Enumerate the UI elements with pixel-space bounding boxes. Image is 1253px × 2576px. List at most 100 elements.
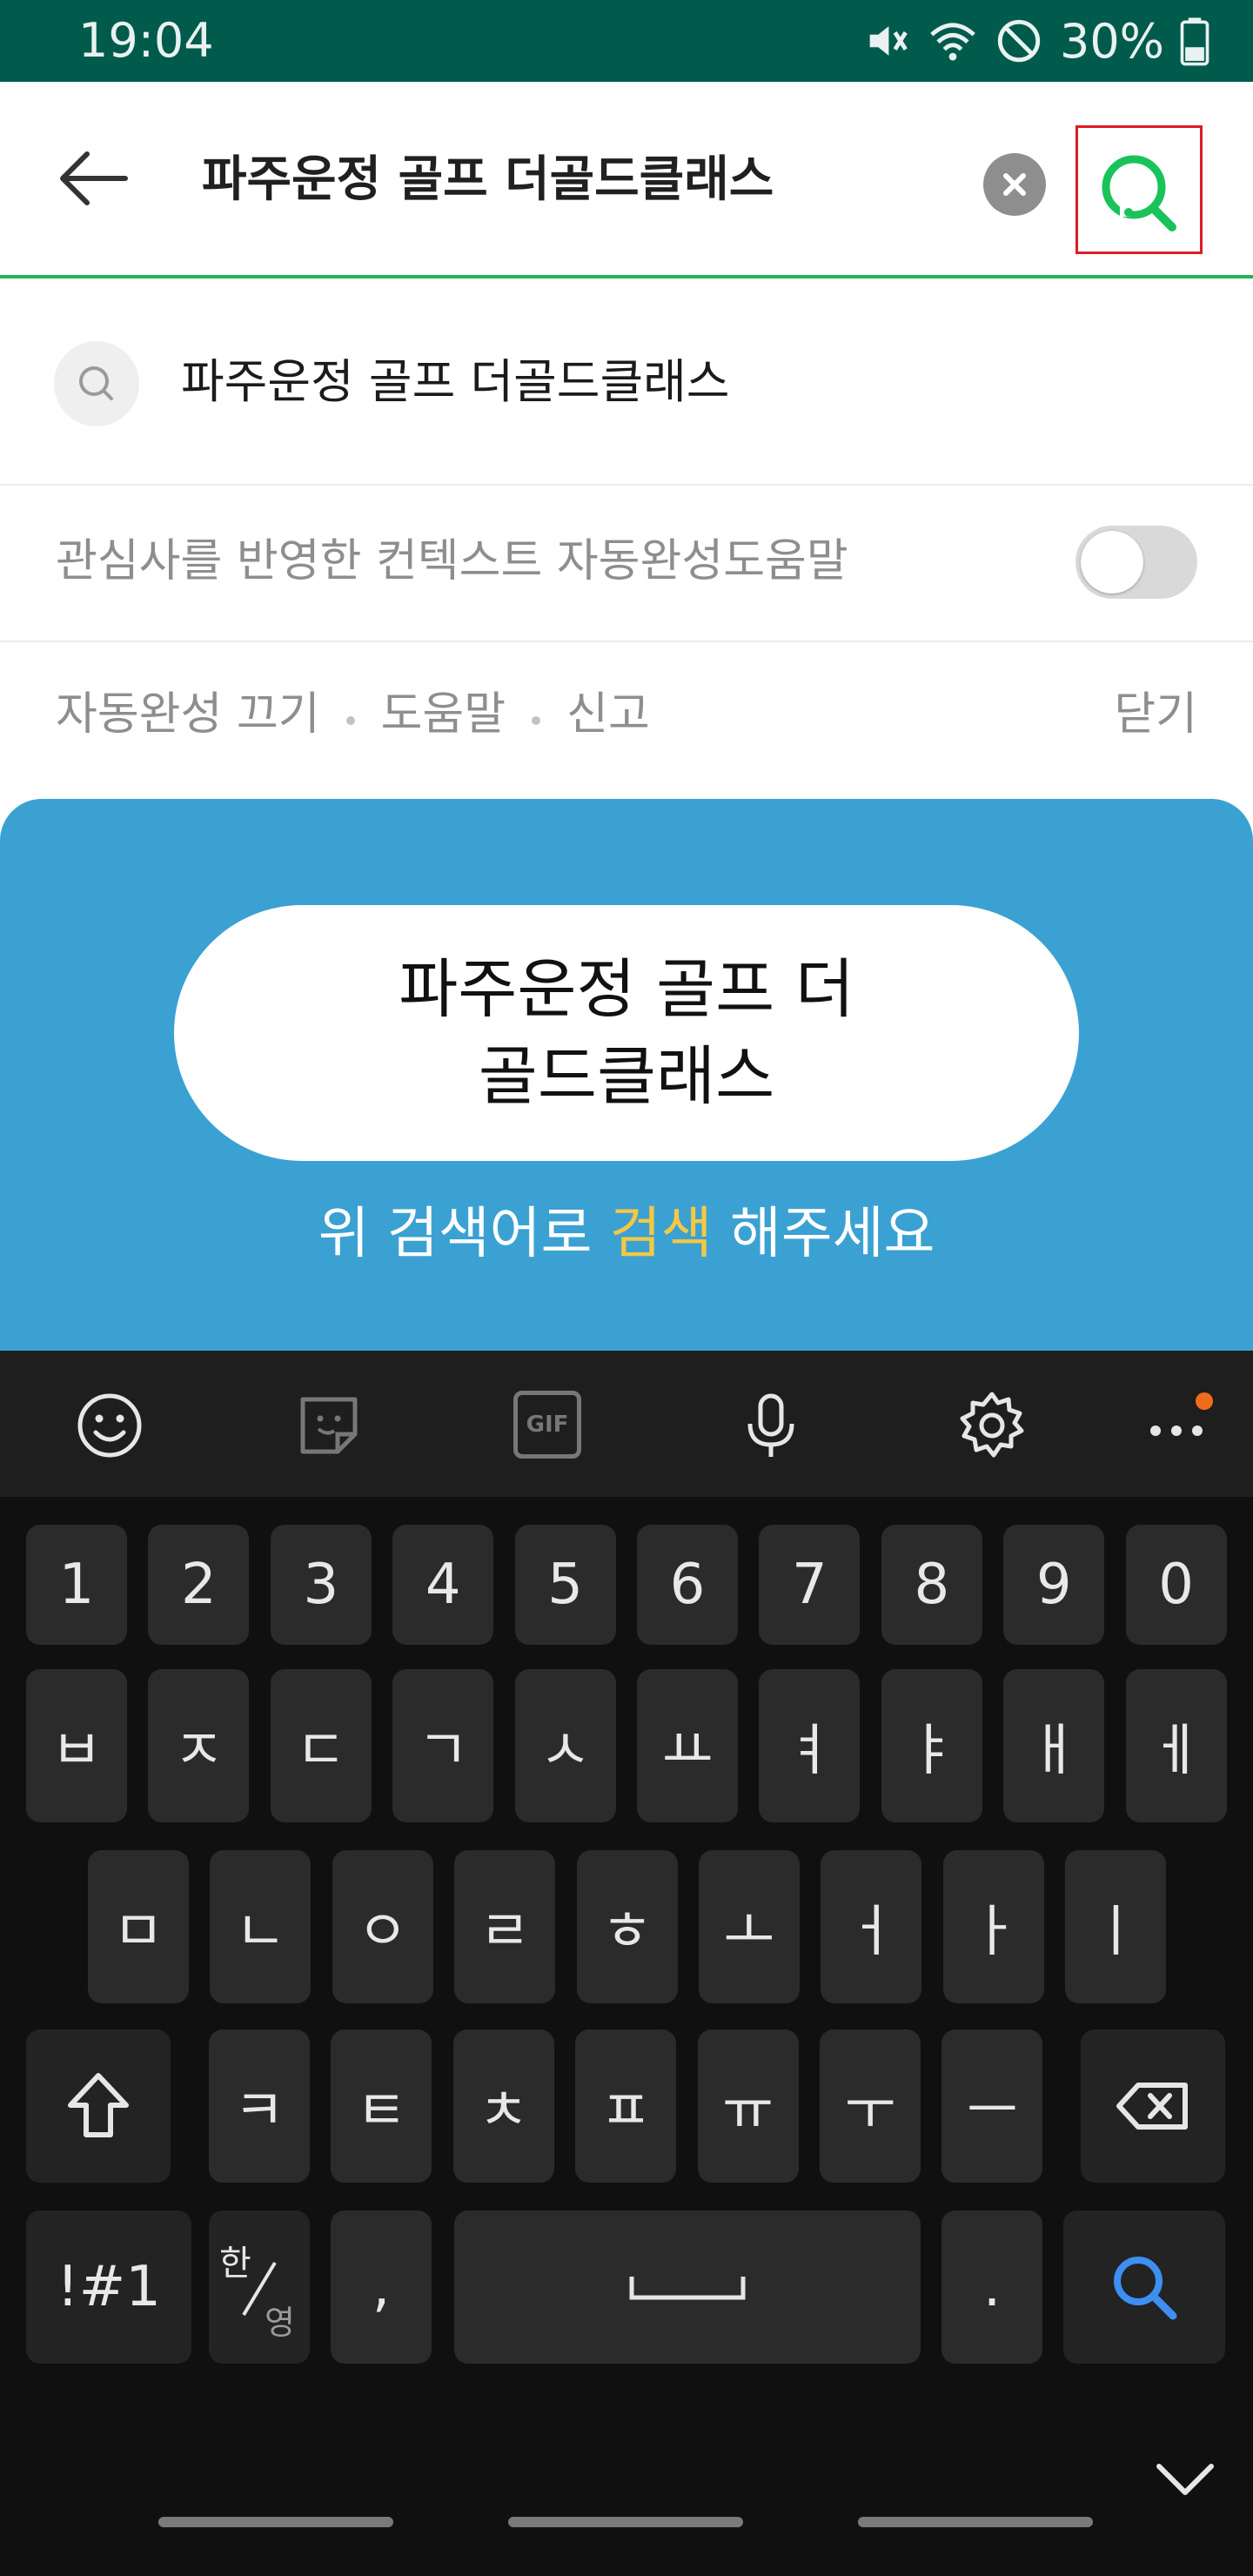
wifi-icon bbox=[930, 23, 975, 61]
key-ㄷ[interactable]: ㄷ bbox=[270, 1669, 372, 1822]
keyboard-hide-icon[interactable] bbox=[1154, 2458, 1216, 2501]
search-submit-button[interactable] bbox=[1075, 125, 1203, 254]
promo-search-pill[interactable]: 파주운정 골프 더골드클래스 bbox=[174, 905, 1079, 1161]
shift-icon bbox=[68, 2073, 129, 2137]
status-bar: 19:04 30% bbox=[0, 0, 1253, 82]
comma-key[interactable]: , bbox=[331, 2210, 432, 2364]
autocomplete-off-link[interactable]: 자동완성 끄기 bbox=[56, 686, 320, 743]
suggestion-item[interactable]: 파주운정 골프 더골드클래스 bbox=[0, 278, 1253, 486]
key-ㅅ[interactable]: ㅅ bbox=[514, 1669, 616, 1822]
back-button[interactable] bbox=[52, 139, 139, 218]
do-not-disturb-icon bbox=[997, 19, 1041, 63]
navigation-bar bbox=[0, 2517, 1253, 2576]
shift-key[interactable] bbox=[26, 2029, 171, 2183]
key-ㅍ[interactable]: ㅍ bbox=[575, 2029, 677, 2183]
period-key[interactable]: . bbox=[941, 2210, 1042, 2364]
key-ㅗ[interactable]: ㅗ bbox=[699, 1850, 800, 2003]
help-link[interactable]: 도움말 bbox=[381, 686, 506, 743]
settings-icon[interactable] bbox=[955, 1389, 1029, 1462]
status-icons: 30% bbox=[861, 12, 1209, 70]
key-ㅐ[interactable]: ㅐ bbox=[1003, 1669, 1105, 1822]
separator-dot bbox=[345, 716, 355, 725]
mute-icon bbox=[869, 26, 908, 56]
key-ㅛ[interactable]: ㅛ bbox=[637, 1669, 738, 1822]
promo-caption: 위 검색어로 검색 해주세요 bbox=[0, 1199, 1253, 1269]
context-autocomplete-toggle[interactable] bbox=[1075, 526, 1197, 599]
report-link[interactable]: 신고 bbox=[566, 686, 650, 743]
key-6[interactable]: 6 bbox=[637, 1525, 738, 1645]
close-link[interactable]: 닫기 bbox=[1114, 686, 1197, 743]
keyboard-search-icon bbox=[1114, 2257, 1177, 2320]
promo-caption-highlight: 검색 bbox=[609, 1202, 713, 1266]
context-autocomplete-label: 관심사를 반영한 컨텍스트 자동완성도움말 bbox=[56, 535, 848, 587]
keyboard-toolbar: GIF bbox=[0, 1351, 1253, 1497]
language-switch-key[interactable]: 한영 bbox=[209, 2210, 310, 2364]
nav-recent-apps[interactable] bbox=[158, 2517, 393, 2527]
gif-label: GIF bbox=[526, 1412, 569, 1438]
promo-caption-after: 해주세요 bbox=[729, 1202, 935, 1266]
key-ㅋ[interactable]: ㅋ bbox=[209, 2029, 310, 2183]
key-ㅈ[interactable]: ㅈ bbox=[148, 1669, 250, 1822]
gif-icon[interactable]: GIF bbox=[513, 1391, 581, 1459]
backspace-icon bbox=[1116, 2083, 1188, 2130]
key-ㄱ[interactable]: ㄱ bbox=[392, 1669, 494, 1822]
microphone-icon[interactable] bbox=[734, 1389, 807, 1462]
promo-pill-text: 파주운정 골프 더골드클래스 bbox=[399, 952, 854, 1114]
more-icon[interactable] bbox=[1140, 1389, 1227, 1462]
space-icon bbox=[629, 2277, 746, 2300]
key-ㅌ[interactable]: ㅌ bbox=[331, 2029, 432, 2183]
promo-caption-before: 위 검색어로 bbox=[318, 1202, 593, 1266]
back-arrow-icon bbox=[60, 151, 128, 205]
status-time: 19:04 bbox=[78, 13, 214, 68]
battery-percent: 30% bbox=[1059, 13, 1164, 69]
key-ㅊ[interactable]: ㅊ bbox=[452, 2029, 554, 2183]
separator-dot bbox=[532, 716, 541, 725]
key-5[interactable]: 5 bbox=[514, 1525, 616, 1645]
key-ㅂ[interactable]: ㅂ bbox=[26, 1669, 127, 1822]
battery-icon bbox=[1180, 17, 1209, 66]
space-key[interactable] bbox=[454, 2210, 921, 2364]
backspace-key[interactable] bbox=[1081, 2029, 1225, 2183]
key-ㅇ[interactable]: ㅇ bbox=[332, 1850, 433, 2003]
key-3[interactable]: 3 bbox=[270, 1525, 372, 1645]
search-input[interactable]: 파주운정 골프 더골드클래스 bbox=[202, 150, 774, 211]
key-ㅏ[interactable]: ㅏ bbox=[942, 1850, 1044, 2003]
symbols-key[interactable]: !#1 bbox=[26, 2210, 191, 2364]
key-ㅜ[interactable]: ㅜ bbox=[820, 2029, 921, 2183]
key-ㅓ[interactable]: ㅓ bbox=[821, 1850, 922, 2003]
emoji-icon[interactable] bbox=[73, 1389, 146, 1462]
key-8[interactable]: 8 bbox=[881, 1525, 982, 1645]
close-icon bbox=[1003, 173, 1026, 196]
toggle-knob bbox=[1081, 531, 1143, 594]
search-promo-panel: 파주운정 골프 더골드클래스 위 검색어로 검색 해주세요 bbox=[0, 799, 1253, 1356]
key-4[interactable]: 4 bbox=[392, 1525, 494, 1645]
key-ㅡ[interactable]: ㅡ bbox=[941, 2029, 1043, 2183]
key-ㅑ[interactable]: ㅑ bbox=[881, 1669, 982, 1822]
key-2[interactable]: 2 bbox=[148, 1525, 250, 1645]
suggestion-search-icon bbox=[54, 341, 139, 426]
clear-search-button[interactable] bbox=[983, 153, 1046, 216]
key-ㅕ[interactable]: ㅕ bbox=[759, 1669, 861, 1822]
key-ㅁ[interactable]: ㅁ bbox=[88, 1850, 189, 2003]
key-9[interactable]: 9 bbox=[1003, 1525, 1105, 1645]
sticker-icon[interactable] bbox=[292, 1389, 365, 1462]
keyboard: GIF 1234567890 ㅂㅈㄷㄱㅅㅛㅕㅑㅐㅔㅁㄴㅇㄹㅎㅗㅓㅏㅣㅋㅌㅊㅍㅠㅜㅡ… bbox=[0, 1351, 1253, 2576]
key-ㅔ[interactable]: ㅔ bbox=[1125, 1669, 1227, 1822]
context-autocomplete-row: 관심사를 반영한 컨텍스트 자동완성도움말 bbox=[0, 486, 1253, 642]
search-icon bbox=[1102, 155, 1176, 231]
key-1[interactable]: 1 bbox=[26, 1525, 127, 1645]
key-7[interactable]: 7 bbox=[759, 1525, 861, 1645]
autocomplete-options: 자동완성 끄기 도움말 신고 bbox=[56, 686, 650, 743]
nav-home[interactable] bbox=[508, 2517, 743, 2527]
nav-back[interactable] bbox=[858, 2517, 1093, 2527]
key-ㄹ[interactable]: ㄹ bbox=[454, 1850, 556, 2003]
key-0[interactable]: 0 bbox=[1125, 1525, 1227, 1645]
lang-bottom-label: 영 bbox=[265, 2304, 295, 2342]
key-ㅣ[interactable]: ㅣ bbox=[1065, 1850, 1167, 2003]
suggestion-text: 파주운정 골프 더골드클래스 bbox=[181, 354, 730, 409]
key-ㄴ[interactable]: ㄴ bbox=[210, 1850, 312, 2003]
search-header: 파주운정 골프 더골드클래스 bbox=[0, 82, 1253, 278]
key-ㅠ[interactable]: ㅠ bbox=[697, 2029, 799, 2183]
key-ㅎ[interactable]: ㅎ bbox=[576, 1850, 678, 2003]
keyboard-search-key[interactable] bbox=[1063, 2210, 1225, 2364]
